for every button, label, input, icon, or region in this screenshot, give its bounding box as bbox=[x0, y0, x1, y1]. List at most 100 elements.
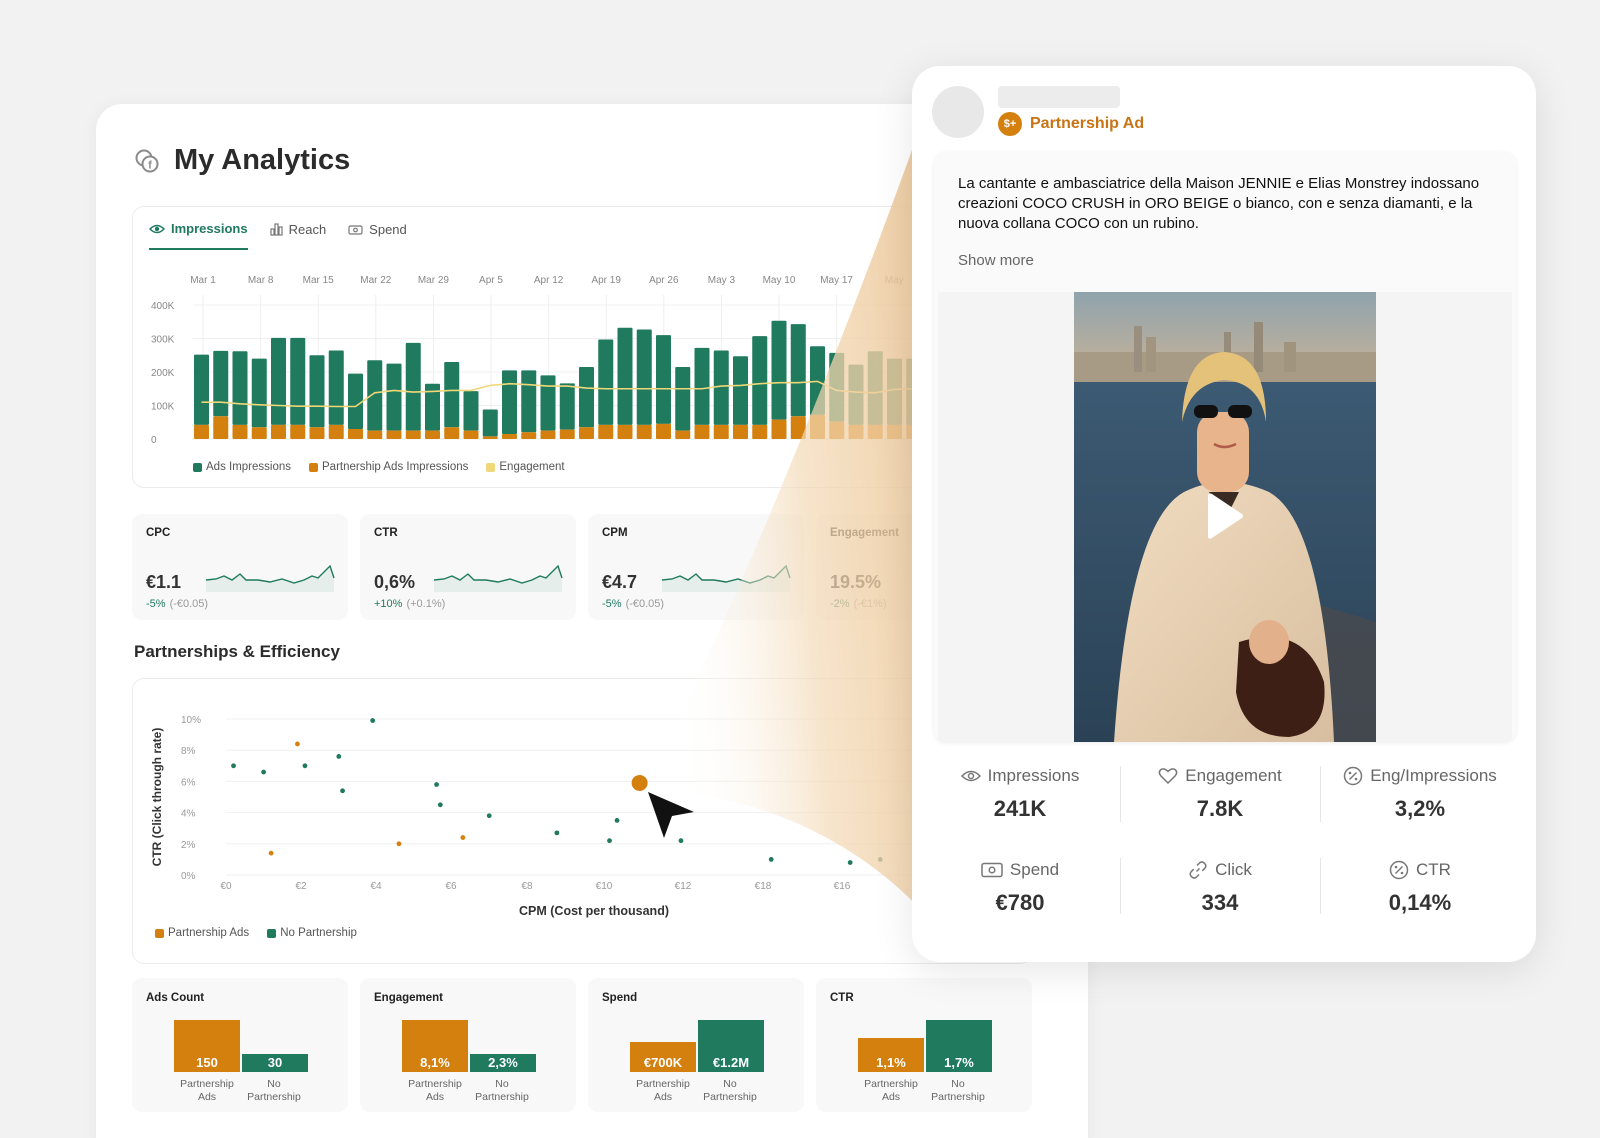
x-tick-label: €16 bbox=[834, 881, 851, 892]
kpi-change: -2% (-€1%) bbox=[830, 598, 887, 610]
page-title: My Analytics bbox=[174, 144, 351, 176]
bar-partnership-ads: 8,1% bbox=[402, 1020, 468, 1072]
mini-chart-title: Spend bbox=[602, 992, 638, 1004]
bar-ads-impressions bbox=[675, 366, 691, 431]
kpi-change: -5% (-€0.05) bbox=[602, 598, 664, 610]
title-row: f My Analytics bbox=[134, 144, 350, 177]
bar-ads-impressions bbox=[848, 364, 864, 425]
kpi-value: €1.1 bbox=[146, 572, 182, 592]
partnership-badge: $+ Partnership Ad bbox=[998, 112, 1144, 136]
kpi-delta-abs: (-€0.05) bbox=[169, 598, 209, 610]
play-icon[interactable] bbox=[1204, 492, 1244, 540]
stat-spend: Spend €780 bbox=[922, 860, 1118, 916]
y-tick-label: 0% bbox=[181, 871, 196, 882]
stat-label: Spend bbox=[1009, 860, 1060, 879]
scatter-point-no-partnership bbox=[340, 788, 345, 794]
show-more-link[interactable]: Show more bbox=[958, 252, 1034, 269]
legend-partnership-ads-label: Partnership Ads bbox=[168, 927, 250, 939]
divider bbox=[1320, 858, 1321, 914]
bar-partnership-impressions bbox=[810, 414, 825, 439]
x-tick-label: €8 bbox=[521, 881, 533, 892]
bar-ads-impressions bbox=[867, 351, 883, 425]
bar-ads-impressions bbox=[502, 370, 517, 434]
bar-ads-impressions bbox=[752, 336, 768, 425]
bar-ads-impressions bbox=[309, 355, 325, 428]
divider bbox=[1320, 766, 1321, 822]
impressions-legend: Ads Impressions Partnership Ads Impressi… bbox=[193, 461, 565, 473]
x-tick-label: May 3 bbox=[708, 275, 736, 286]
bar-ads-impressions bbox=[444, 361, 460, 428]
bar-partnership-ads: 1,1% bbox=[858, 1038, 924, 1072]
kpi-change: +10% (+0.1%) bbox=[374, 598, 445, 610]
bar-ads-impressions bbox=[348, 373, 363, 429]
y-tick-label: 10% bbox=[181, 715, 201, 726]
bar-ads-impressions bbox=[251, 358, 267, 428]
x-tick-label: Apr 26 bbox=[649, 275, 679, 286]
y-tick-label: 4% bbox=[181, 809, 196, 820]
avatar[interactable] bbox=[932, 86, 984, 138]
x-tick-label: Apr 12 bbox=[534, 275, 564, 286]
kpi-card-cpm: CPM €4.7 -5% (-€0.05) bbox=[588, 514, 804, 620]
x-tick-label: €6 bbox=[445, 881, 457, 892]
kpi-change: -5% (-€0.05) bbox=[146, 598, 208, 610]
scatter-point-no-partnership bbox=[554, 830, 560, 836]
bar-ads-impressions bbox=[694, 347, 710, 425]
link-icon bbox=[1189, 861, 1207, 879]
video-thumbnail[interactable] bbox=[1074, 292, 1376, 742]
scatter-point-no-partnership bbox=[486, 813, 492, 819]
bar-partnership-impressions bbox=[848, 424, 864, 439]
scatter-point-no-partnership bbox=[261, 769, 266, 775]
scatter-point-partnership bbox=[295, 741, 300, 747]
scatter-point-no-partnership bbox=[231, 763, 236, 769]
stat-impressions: Impressions 241K bbox=[922, 766, 1118, 822]
y-tick-label: 2% bbox=[181, 840, 196, 851]
y-tick-label: 8% bbox=[181, 746, 196, 757]
legend-engagement-label: Engagement bbox=[499, 461, 565, 473]
kpi-label: Engagement bbox=[830, 527, 900, 539]
bar-partnership-impressions bbox=[887, 424, 902, 439]
stat-label: Impressions bbox=[987, 766, 1080, 785]
bar-caption: No Partnership bbox=[234, 1078, 314, 1104]
kpi-value: 19.5% bbox=[830, 572, 882, 592]
bar-ads-impressions bbox=[579, 366, 594, 428]
stat-label: Engagement bbox=[1185, 766, 1282, 785]
x-tick-label: May 10 bbox=[763, 275, 796, 286]
y-tick-label: 0 bbox=[151, 435, 157, 446]
bar-ads-impressions bbox=[328, 350, 344, 425]
x-tick-label: €18 bbox=[755, 881, 772, 892]
bar-no-partnership: 1,7% bbox=[926, 1020, 992, 1072]
mini-chart-ctr: CTR 1,1% Partnership Ads 1,7% No Partnership bbox=[816, 978, 1032, 1112]
x-tick-label: Mar 1 bbox=[190, 275, 216, 286]
x-tick-label: Apr 5 bbox=[479, 275, 503, 286]
percent-icon bbox=[1343, 766, 1363, 786]
divider bbox=[1120, 766, 1121, 822]
x-tick-label: €12 bbox=[675, 881, 692, 892]
bar-caption-line: No bbox=[723, 1078, 737, 1090]
x-tick-label: €10 bbox=[596, 881, 613, 892]
bar-caption-line: No bbox=[267, 1078, 281, 1090]
mini-chart-spend: Spend €700K Partnership Ads €1.2M No Partners… bbox=[588, 978, 804, 1112]
bar-ads-impressions bbox=[887, 358, 902, 425]
bar-ads-impressions bbox=[213, 350, 229, 417]
bar-partnership-impressions bbox=[348, 428, 363, 439]
legend-no-partnership: No Partnership bbox=[267, 927, 357, 939]
bar-caption-line: Partnership bbox=[247, 1091, 301, 1103]
post-caption: La cantante e ambasciatrice della Maison… bbox=[958, 175, 1480, 232]
scatter-point-no-partnership bbox=[336, 754, 342, 759]
mini-chart-ads-count: Ads Count 150 Partnership Ads 30 No Partnersh… bbox=[132, 978, 348, 1112]
bar-partnership-impressions bbox=[559, 429, 575, 439]
scatter-legend: Partnership Ads No Partnership bbox=[155, 927, 357, 939]
bar-partnership-impressions bbox=[598, 424, 614, 439]
bar-partnership-impressions bbox=[829, 421, 845, 439]
kpi-delta-abs: (+0.1%) bbox=[406, 598, 446, 610]
bar-partnership-impressions bbox=[251, 427, 267, 439]
y-tick-label: 400K bbox=[151, 301, 175, 312]
bar-partnership-impressions bbox=[521, 432, 537, 439]
bar-partnership-impressions bbox=[425, 430, 440, 439]
x-tick-label: Mar 8 bbox=[248, 275, 274, 286]
section-title: Partnerships & Efficiency bbox=[134, 642, 340, 661]
bar-ads-impressions bbox=[290, 337, 306, 425]
bar-ads-impressions bbox=[386, 363, 402, 431]
legend-ads-impressions: Ads Impressions bbox=[193, 461, 291, 473]
bar-ads-impressions bbox=[194, 354, 209, 425]
